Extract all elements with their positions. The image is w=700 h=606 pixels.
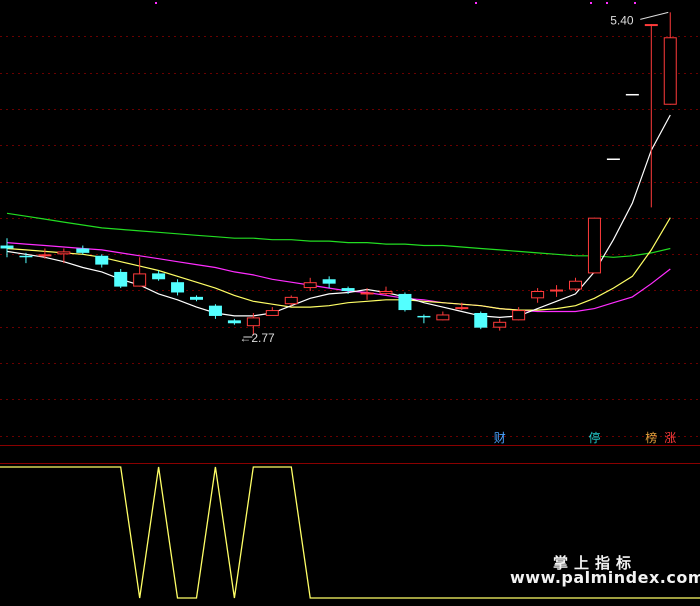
candle-body bbox=[284, 296, 298, 305]
candle-body bbox=[57, 251, 71, 255]
event-marker: 榜 bbox=[645, 430, 657, 445]
candle-body bbox=[190, 296, 203, 300]
candle-body bbox=[493, 321, 507, 328]
event-marker: 财 bbox=[494, 431, 506, 445]
event-marker: 停 bbox=[588, 430, 600, 445]
chart-canvas: 5.40 ←2.77 财 停 榜涨 bbox=[0, 2, 700, 599]
candle-body bbox=[663, 37, 677, 105]
top-marker-dot bbox=[606, 2, 608, 4]
top-marker-dot bbox=[155, 2, 157, 4]
candle-body bbox=[322, 279, 336, 284]
max-price-label: 5.40 bbox=[610, 13, 634, 27]
candle-body bbox=[95, 255, 109, 265]
candle-body bbox=[265, 310, 279, 316]
top-marker-dot bbox=[634, 2, 636, 4]
candle-body bbox=[644, 24, 658, 27]
candle-body bbox=[303, 282, 317, 289]
candle-body bbox=[625, 93, 639, 96]
top-marker-dot bbox=[590, 2, 592, 4]
candle-body bbox=[550, 289, 564, 292]
candle-body bbox=[19, 255, 33, 258]
candle-body bbox=[133, 273, 147, 287]
candle-body bbox=[246, 317, 260, 327]
candle-body bbox=[38, 254, 52, 257]
watermark-url[interactable]: www.palmindex.com bbox=[510, 568, 700, 587]
candle-body bbox=[341, 288, 355, 291]
candle-body bbox=[436, 314, 450, 321]
candle-body bbox=[76, 248, 90, 253]
event-marker: 涨 bbox=[664, 430, 676, 445]
candle-body bbox=[474, 313, 488, 328]
stock-chart: 5.40 ←2.77 财 停 榜涨 bbox=[0, 0, 700, 602]
candle-body bbox=[569, 280, 582, 290]
max-pointer bbox=[640, 11, 669, 20]
candle-body bbox=[417, 315, 431, 318]
candle-body bbox=[398, 293, 412, 311]
candle-body bbox=[587, 217, 601, 274]
candle-body bbox=[227, 320, 241, 324]
candle-body bbox=[531, 291, 545, 299]
candle-body bbox=[152, 273, 166, 280]
candle-body bbox=[379, 291, 393, 294]
candle-body bbox=[171, 282, 185, 293]
candle-body bbox=[0, 245, 14, 249]
candle-body bbox=[208, 305, 222, 316]
candle-body bbox=[455, 307, 469, 310]
candle-body bbox=[512, 310, 526, 321]
candle-body bbox=[360, 292, 374, 295]
candle-body bbox=[114, 271, 128, 287]
min-price-label: ←2.77 bbox=[239, 331, 275, 345]
candle-body bbox=[606, 158, 620, 160]
top-marker-dot bbox=[475, 2, 477, 4]
ma20-line bbox=[6, 242, 671, 313]
